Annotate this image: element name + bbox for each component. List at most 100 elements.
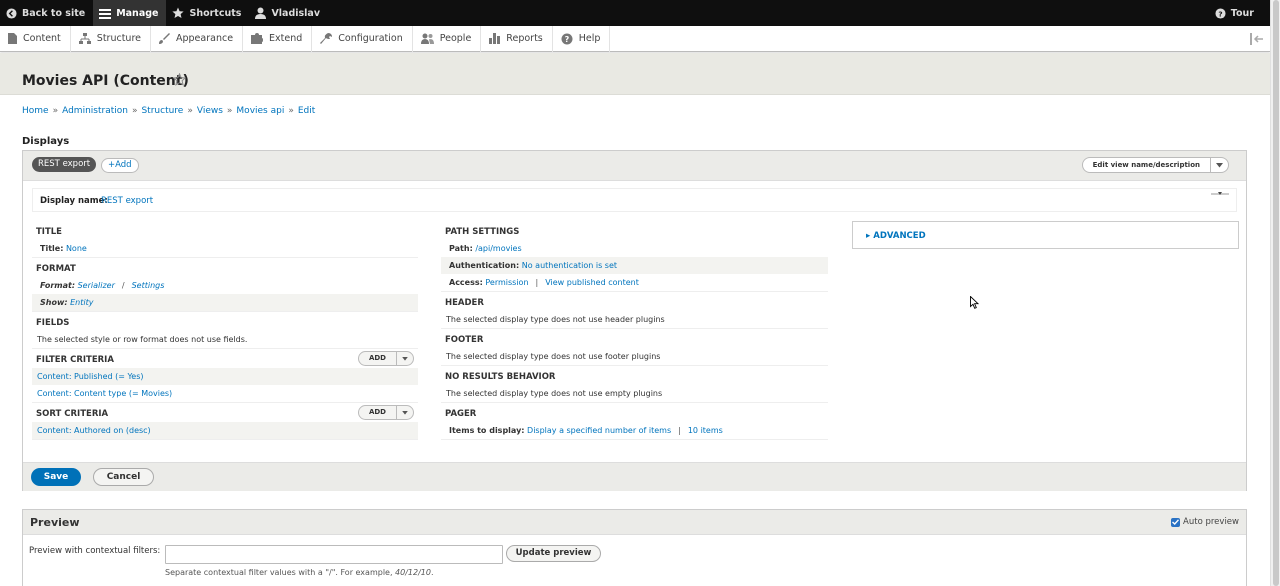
sort-add-dropbutton: Add [357, 405, 414, 420]
page-title: Movies API (Content) [22, 73, 189, 89]
breadcrumb-link[interactable]: Edit [298, 106, 315, 116]
display-name-link[interactable]: REST export [101, 196, 153, 206]
section-sort-criteria: SORT CRITERIA Add Content: Authored on (… [32, 403, 418, 440]
checkbox-checked-icon[interactable] [1171, 517, 1181, 527]
views-display-box: REST export +Add Edit view name/descript… [22, 150, 1247, 491]
pager-label: Items to display: [449, 426, 525, 435]
sort-authored-link[interactable]: Content: Authored on (desc) [37, 426, 151, 435]
breadcrumb-separator: » [288, 106, 294, 116]
separator: | [678, 426, 681, 435]
tray-label: Content [23, 33, 61, 44]
file-icon [8, 33, 17, 44]
section-heading-row: FILTER CRITERIA Add [32, 349, 418, 368]
filter-item: Content: Published (= Yes) [32, 368, 418, 385]
add-display-button[interactable]: +Add [101, 158, 139, 173]
contextual-filters-input[interactable] [165, 545, 503, 564]
advanced-details[interactable]: ▸ ADVANCED [852, 221, 1239, 249]
sort-add-button[interactable]: Add [359, 406, 397, 419]
breadcrumb-link[interactable]: Movies api [236, 106, 284, 116]
section-heading-row: SORT CRITERIA Add [32, 403, 418, 422]
section-heading: PATH SETTINGS [445, 227, 520, 237]
access-permission-link[interactable]: Permission [485, 278, 528, 287]
edit-view-name-button[interactable]: Edit view name/description [1083, 158, 1211, 172]
help-suffix: . [430, 568, 434, 577]
breadcrumb-link[interactable]: Views [197, 106, 223, 116]
tab-rest-export[interactable]: REST export [32, 157, 97, 172]
tray-item-content[interactable]: Content [0, 25, 71, 52]
question-icon: ? [1215, 7, 1226, 19]
advanced-label: ADVANCED [873, 231, 926, 241]
header-note: The selected display type does not use h… [446, 315, 665, 324]
column-first: TITLE Title: None FORMAT Format: Seriali… [32, 221, 418, 440]
tray-label: Extend [269, 33, 303, 44]
advanced-toggle[interactable]: ▸ ADVANCED [866, 231, 926, 241]
section-heading: FORMAT [36, 264, 76, 274]
tray-item-people[interactable]: People [413, 25, 482, 52]
section-title: TITLE Title: None [32, 221, 418, 258]
back-to-site-label: Back to site [22, 7, 86, 19]
pager-type-link[interactable]: Display a specified number of items [527, 426, 671, 435]
tray-item-structure[interactable]: Structure [71, 25, 151, 52]
check-icon [1172, 519, 1180, 525]
breadcrumb-link[interactable]: Administration [62, 106, 128, 116]
tray-label: Reports [506, 33, 543, 44]
chevron-down-icon [402, 356, 408, 361]
page-scrollbar[interactable] [1270, 0, 1280, 586]
contextual-filters-help: Separate contextual filter values with a… [165, 568, 434, 577]
bar-chart-icon [489, 33, 501, 44]
path-row: Path: /api/movies [441, 240, 828, 257]
menu-icon [99, 8, 112, 19]
format-settings-link[interactable]: Settings [132, 281, 165, 290]
filter-add-button[interactable]: Add [359, 352, 397, 365]
section-fields: FIELDS The selected style or row format … [32, 312, 418, 349]
filter-content-type-link[interactable]: Content: Content type (= Movies) [37, 389, 172, 398]
breadcrumb-link[interactable]: Structure [141, 106, 183, 116]
section-footer: FOOTER The selected display type does no… [441, 329, 828, 366]
column-second: PATH SETTINGS Path: /api/movies Authenti… [441, 221, 828, 440]
display-name-label: Display name: [40, 196, 108, 206]
path-value-link[interactable]: /api/movies [475, 244, 521, 253]
orientation-toggle-icon[interactable] [1250, 33, 1264, 45]
tray-item-extend[interactable]: Extend [243, 25, 313, 52]
shortcuts-label: Shortcuts [189, 7, 242, 19]
title-value-link[interactable]: None [66, 244, 87, 253]
breadcrumb-link[interactable]: Home [22, 106, 49, 116]
format-row: Format: Serializer / Settings [32, 277, 418, 294]
tour-button[interactable]: ? Tour [1209, 0, 1262, 26]
auth-value-link[interactable]: No authentication is set [522, 261, 617, 270]
access-view-published-link[interactable]: View published content [545, 278, 639, 287]
auto-preview-checkbox[interactable]: Auto preview [1171, 517, 1239, 527]
dropbutton-mini-icon[interactable] [1211, 191, 1229, 197]
format-serializer-link[interactable]: Serializer [78, 281, 115, 290]
preview-section: Preview Auto preview Preview with contex… [22, 509, 1247, 586]
section-pager: PAGER Items to display: Display a specif… [441, 403, 828, 440]
tray-item-configuration[interactable]: Configuration [312, 25, 413, 52]
save-button[interactable]: Save [31, 468, 81, 486]
update-preview-button[interactable]: Update preview [506, 545, 601, 562]
format-label: Format: [40, 281, 76, 290]
filter-dropdown-toggle[interactable] [397, 352, 413, 365]
tray-item-help[interactable]: ? Help [553, 25, 611, 52]
shortcuts-toggle[interactable]: Shortcuts [166, 0, 249, 26]
section-heading: FIELDS [36, 318, 70, 328]
help-example: 40/12/10 [395, 568, 431, 577]
scroll-thumb[interactable] [1273, 0, 1279, 586]
pager-count-link[interactable]: 10 items [688, 426, 723, 435]
svg-text:?: ? [1218, 9, 1222, 18]
cancel-button[interactable]: Cancel [93, 468, 154, 486]
user-toggle[interactable]: Vladislav [249, 0, 328, 26]
manage-toggle[interactable]: Manage [93, 0, 167, 26]
star-outline-icon[interactable] [173, 73, 186, 86]
display-tabs: REST export +Add Edit view name/descript… [23, 151, 1246, 181]
filter-item: Content: Content type (= Movies) [32, 385, 418, 402]
back-to-site-link[interactable]: Back to site [0, 0, 93, 26]
svg-text:?: ? [564, 35, 569, 44]
show-entity-link[interactable]: Entity [70, 298, 93, 307]
breadcrumb-separator: » [187, 106, 193, 116]
tray-item-appearance[interactable]: Appearance [151, 25, 244, 52]
filter-published-link[interactable]: Content: Published (= Yes) [37, 372, 144, 381]
manage-label: Manage [116, 7, 159, 19]
sort-dropdown-toggle[interactable] [397, 406, 413, 419]
tray-item-reports[interactable]: Reports [481, 25, 553, 52]
dropdown-toggle[interactable] [1211, 158, 1228, 172]
